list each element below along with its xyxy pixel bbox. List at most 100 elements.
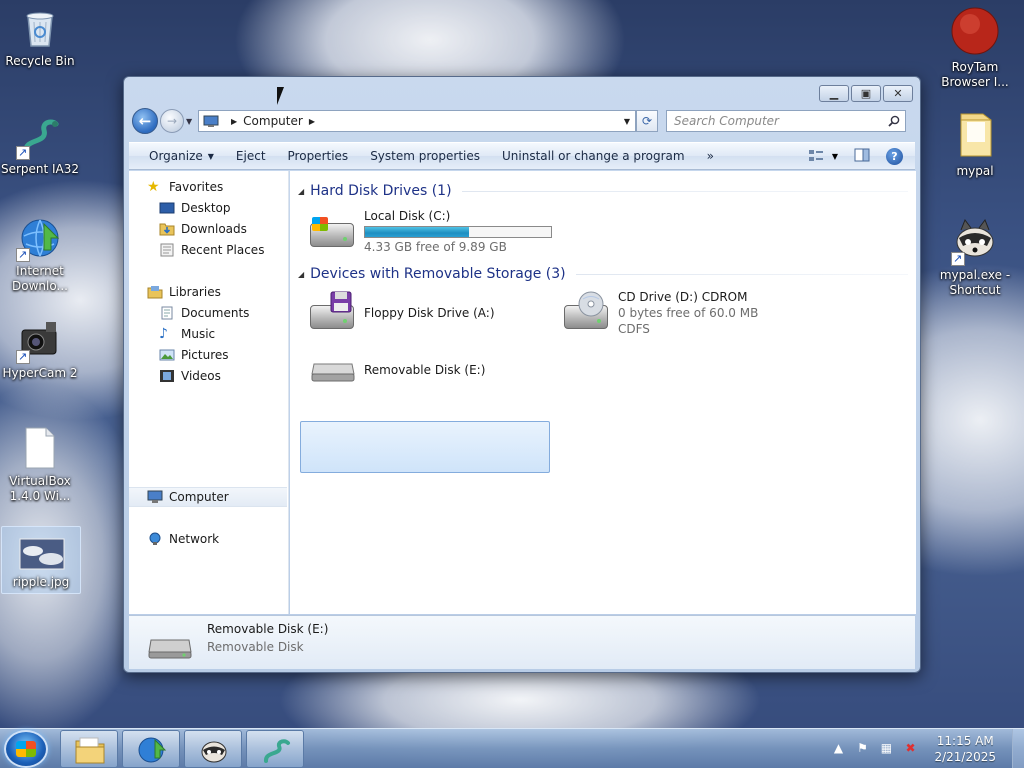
volume-muted-icon[interactable]: ✖ — [902, 741, 918, 757]
desktop-icon-recycle-bin[interactable]: Recycle Bin — [0, 6, 80, 69]
image-thumbnail-icon — [19, 537, 65, 571]
nav-favorites[interactable]: ★ Favorites — [147, 177, 305, 197]
start-button[interactable] — [4, 730, 48, 768]
disk-usage-bar — [364, 225, 552, 238]
close-button[interactable]: ✕ — [883, 85, 913, 102]
raccoon-icon — [199, 736, 229, 764]
organize-menu[interactable]: Organize ▼ — [138, 149, 225, 163]
properties-button[interactable]: Properties — [277, 149, 360, 163]
desktop-icon-label: HyperCam 2 — [2, 366, 78, 380]
removable-disk-icon — [147, 630, 193, 660]
desktop-icon-roytam-browser[interactable]: RoyTam Browser I... — [935, 6, 1015, 90]
eject-button[interactable]: Eject — [225, 149, 277, 163]
search-icon[interactable] — [888, 115, 900, 127]
forward-button[interactable]: → — [160, 109, 184, 133]
clock-time: 11:15 AM — [936, 734, 994, 748]
drive-floppy-a[interactable]: Floppy Disk Drive (A:) — [304, 287, 554, 339]
taskbar-explorer-button[interactable] — [60, 730, 118, 768]
search-placeholder: Search Computer — [674, 114, 779, 128]
drive-cd-d[interactable]: CD Drive (D:) CDROM 0 bytes free of 60.0… — [558, 287, 808, 339]
more-commands-button[interactable]: » — [696, 149, 725, 163]
desktop-icon-hypercam[interactable]: HyperCam 2 — [0, 318, 80, 381]
camera-icon — [16, 318, 62, 364]
group-hard-disk-drives[interactable]: ◢ Hard Disk Drives (1) — [298, 183, 908, 199]
documents-icon — [159, 306, 175, 320]
breadcrumb-computer[interactable]: Computer — [243, 114, 303, 128]
desktop-icon-serpent[interactable]: Serpent IA32 — [0, 114, 80, 177]
taskbar-internet-download-button[interactable] — [122, 730, 180, 768]
nav-computer[interactable]: Computer — [129, 487, 287, 507]
action-center-flag-icon[interactable]: ⚑ — [854, 741, 870, 757]
drive-removable-e-content[interactable]: Removable Disk (E:) — [306, 346, 552, 394]
maximize-button[interactable]: ▣ — [851, 85, 881, 102]
show-hidden-icons-icon[interactable]: ▲ — [830, 741, 846, 757]
close-icon: ✕ — [893, 87, 903, 100]
desktop-icon-label: VirtualBox 1.4.0 Wi... — [9, 474, 71, 503]
address-dropdown-icon[interactable]: ▼ — [617, 116, 635, 126]
back-button[interactable]: ← — [132, 108, 158, 134]
desktop-icon-mypal[interactable]: mypal — [935, 110, 1015, 179]
browser-globe-icon — [950, 6, 1000, 56]
globe-download-icon — [16, 216, 62, 262]
drive-name: Floppy Disk Drive (A:) — [364, 306, 495, 320]
group-removable-storage[interactable]: ◢ Devices with Removable Storage (3) — [298, 266, 908, 282]
search-input[interactable]: Search Computer — [666, 110, 906, 132]
breadcrumb-separator-icon[interactable]: ▶ — [231, 117, 237, 126]
shortcut-arrow-icon — [16, 349, 30, 364]
minimize-icon: ▁ — [829, 87, 839, 100]
drive-name: Removable Disk (E:) — [364, 363, 486, 377]
view-controls: ▼ ? — [808, 147, 915, 165]
collapse-triangle-icon[interactable]: ◢ — [298, 187, 304, 196]
desktop-icon — [159, 201, 175, 215]
raccoon-icon — [951, 214, 997, 266]
shortcut-arrow-icon — [16, 145, 30, 160]
desktop-icon-mypal-shortcut[interactable]: mypal.exe - Shortcut — [935, 214, 1015, 298]
network-icon[interactable]: ▦ — [878, 741, 894, 757]
details-pane: Removable Disk (E:) Removable Disk — [129, 615, 915, 669]
arrow-left-icon: ← — [138, 112, 152, 130]
command-bar: Organize ▼ Eject Properties System proper… — [129, 142, 915, 170]
system-properties-button[interactable]: System properties — [359, 149, 491, 163]
nav-libraries[interactable]: Libraries — [147, 282, 305, 302]
minimize-button[interactable]: ▁ — [819, 85, 849, 102]
clock-date: 2/21/2025 — [934, 750, 996, 764]
preview-pane-button[interactable] — [854, 148, 870, 165]
system-tray: ▲ ⚑ ▦ ✖ 11:15 AM 2/21/2025 — [826, 729, 1024, 768]
drive-local-disk-c[interactable]: Local Disk (C:) 4.33 GB free of 9.89 GB — [304, 205, 554, 257]
taskbar-mypal-button[interactable] — [184, 730, 242, 768]
desktop-icon-label: RoyTam Browser I... — [941, 60, 1009, 89]
breadcrumb-separator-icon[interactable]: ▶ — [309, 117, 315, 126]
chevron-down-icon: ▼ — [207, 151, 214, 161]
desktop-icon-label: mypal.exe - Shortcut — [939, 268, 1011, 297]
desktop-icon-virtualbox[interactable]: VirtualBox 1.4.0 Wi... — [0, 426, 80, 504]
help-icon[interactable]: ? — [886, 147, 903, 165]
clock[interactable]: 11:15 AM 2/21/2025 — [934, 733, 996, 765]
desktop-icon-label: Internet Downlo... — [12, 264, 68, 293]
taskbar-serpent-button[interactable] — [246, 730, 304, 768]
nav-network[interactable]: Network — [147, 529, 305, 549]
drive-name: CD Drive (D:) CDROM — [618, 290, 748, 304]
disk-usage-fill — [365, 226, 470, 237]
shortcut-arrow-icon — [16, 247, 30, 262]
recent-pages-dropdown[interactable]: ▼ — [186, 117, 196, 126]
change-view-button[interactable]: ▼ — [808, 149, 838, 163]
desktop-icon-internet-download[interactable]: Internet Downlo... — [0, 216, 80, 294]
removable-disk-icon — [308, 348, 360, 392]
nav-label: Recent Places — [181, 243, 265, 257]
uninstall-program-button[interactable]: Uninstall or change a program — [491, 149, 696, 163]
address-bar[interactable]: ▶ Computer ▶ ▼ — [198, 110, 636, 132]
nav-label: Downloads — [181, 222, 247, 236]
hard-drive-icon — [308, 209, 360, 253]
desktop-icon-ripple-jpg[interactable]: ripple.jpg — [1, 526, 81, 594]
nav-label: Pictures — [181, 348, 229, 362]
globe-download-icon — [137, 736, 167, 764]
preview-pane-icon — [854, 148, 870, 161]
maximize-icon: ▣ — [860, 87, 872, 100]
collapse-triangle-icon[interactable]: ◢ — [298, 270, 304, 279]
network-icon — [147, 532, 163, 546]
recent-places-icon — [159, 243, 175, 257]
star-icon: ★ — [147, 179, 160, 195]
show-desktop-button[interactable] — [1012, 729, 1024, 768]
drive-removable-e[interactable] — [300, 421, 550, 473]
refresh-button[interactable]: ⟳ — [636, 110, 658, 132]
